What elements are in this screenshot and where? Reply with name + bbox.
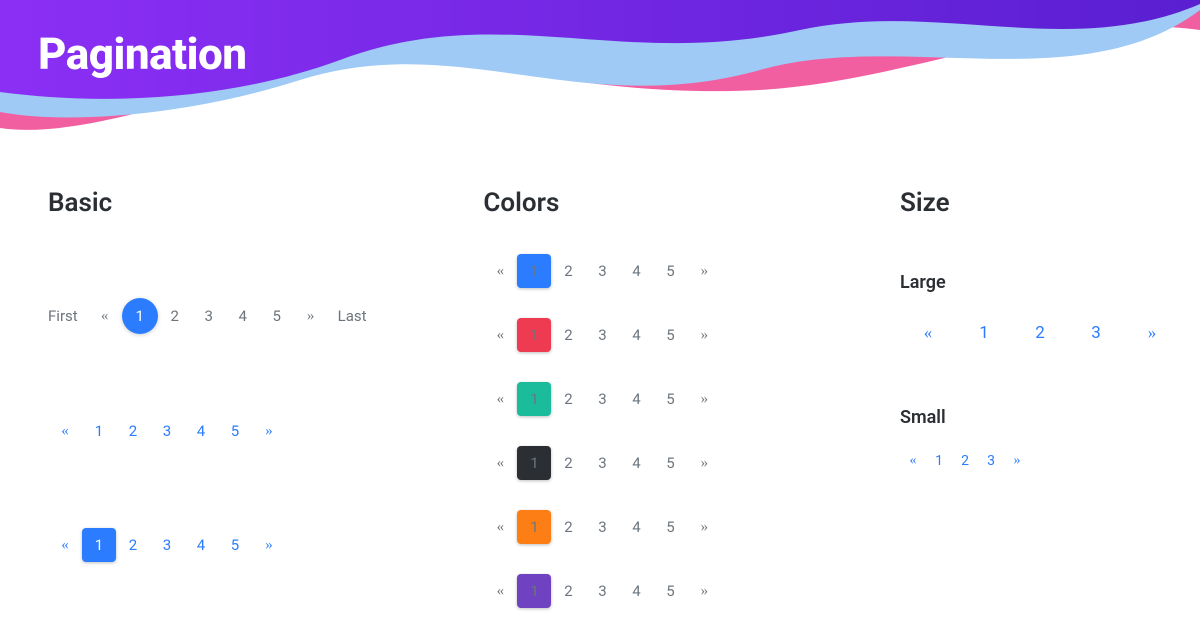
page-3[interactable]: 3 [585,446,619,480]
section-heading-colors: Colors [483,188,860,218]
page-next-icon[interactable]: » [687,254,721,288]
page-1-active[interactable]: 1 [122,298,158,334]
section-heading-size: Size [900,188,1160,218]
page-5[interactable]: 5 [653,574,687,608]
pagination-small: « 1 2 3 » [900,448,1160,474]
page-next-icon[interactable]: » [252,414,286,448]
page-3[interactable]: 3 [150,528,184,562]
page-prev-icon[interactable]: « [483,254,517,288]
pagination-color-dark: « 1 2 3 4 5 » [483,446,860,480]
page-5[interactable]: 5 [653,446,687,480]
page-4[interactable]: 4 [226,299,260,333]
page-2[interactable]: 2 [551,382,585,416]
content-area: Basic First « 1 2 3 4 5 » Last « 1 2 3 4… [0,140,1200,638]
page-4[interactable]: 4 [619,382,653,416]
page-2[interactable]: 2 [116,528,150,562]
section-basic: Basic First « 1 2 3 4 5 » Last « 1 2 3 4… [48,188,443,638]
page-3[interactable]: 3 [1068,313,1124,353]
pagination-color-blue: « 1 2 3 4 5 » [483,254,860,288]
page-next-icon[interactable]: » [687,382,721,416]
page-header: Pagination [0,0,1200,140]
page-2[interactable]: 2 [551,318,585,352]
size-large-label: Large [900,272,1160,293]
page-prev-icon[interactable]: « [48,414,82,448]
page-1-active[interactable]: 1 [517,254,551,288]
section-colors: Colors « 1 2 3 4 5 » « 1 2 3 4 5 » « 1 2… [483,188,860,638]
page-next-icon[interactable]: » [252,528,286,562]
page-5[interactable]: 5 [260,299,294,333]
page-4[interactable]: 4 [184,528,218,562]
page-5[interactable]: 5 [653,510,687,544]
page-4[interactable]: 4 [619,446,653,480]
size-small-label: Small [900,407,1160,428]
page-4[interactable]: 4 [184,414,218,448]
page-last-label[interactable]: Last [328,299,367,333]
page-3[interactable]: 3 [978,448,1004,474]
page-1-active[interactable]: 1 [517,382,551,416]
page-2[interactable]: 2 [551,574,585,608]
page-3[interactable]: 3 [585,510,619,544]
page-prev-icon[interactable]: « [483,382,517,416]
page-3[interactable]: 3 [192,299,226,333]
pagination-color-orange: « 1 2 3 4 5 » [483,510,860,544]
section-heading-basic: Basic [48,188,443,218]
pagination-basic-rounded: First « 1 2 3 4 5 » Last [48,298,443,334]
page-1-active[interactable]: 1 [517,318,551,352]
page-first-label[interactable]: First [48,299,88,333]
page-1[interactable]: 1 [956,313,1012,353]
header-wave-graphic [0,0,1200,160]
page-4[interactable]: 4 [619,254,653,288]
page-next-icon[interactable]: » [1004,448,1030,474]
page-2[interactable]: 2 [952,448,978,474]
pagination-basic-plain: « 1 2 3 4 5 » [48,414,443,448]
page-next-icon[interactable]: » [687,318,721,352]
page-1-active[interactable]: 1 [82,528,116,562]
pagination-color-red: « 1 2 3 4 5 » [483,318,860,352]
page-3[interactable]: 3 [585,318,619,352]
page-5[interactable]: 5 [653,318,687,352]
page-2[interactable]: 2 [116,414,150,448]
pagination-basic-square-active: « 1 2 3 4 5 » [48,528,443,562]
page-prev-icon[interactable]: « [483,574,517,608]
page-2[interactable]: 2 [1012,313,1068,353]
page-4[interactable]: 4 [619,510,653,544]
page-1-active[interactable]: 1 [517,574,551,608]
pagination-large: « 1 2 3 » [900,313,1160,353]
page-3[interactable]: 3 [585,382,619,416]
page-1-active[interactable]: 1 [517,510,551,544]
page-prev-icon[interactable]: « [900,313,956,353]
page-next-icon[interactable]: » [687,510,721,544]
page-next-icon[interactable]: » [687,574,721,608]
page-2[interactable]: 2 [551,510,585,544]
page-prev-icon[interactable]: « [900,448,926,474]
page-next-icon[interactable]: » [294,299,328,333]
page-4[interactable]: 4 [619,318,653,352]
page-3[interactable]: 3 [585,574,619,608]
page-4[interactable]: 4 [619,574,653,608]
page-3[interactable]: 3 [585,254,619,288]
page-prev-icon[interactable]: « [483,446,517,480]
pagination-color-purple: « 1 2 3 4 5 » [483,574,860,608]
page-2[interactable]: 2 [551,254,585,288]
page-prev-icon[interactable]: « [483,510,517,544]
page-3[interactable]: 3 [150,414,184,448]
page-prev-icon[interactable]: « [483,318,517,352]
pagination-color-teal: « 1 2 3 4 5 » [483,382,860,416]
page-5[interactable]: 5 [218,414,252,448]
page-5[interactable]: 5 [218,528,252,562]
page-next-icon[interactable]: » [1124,313,1180,353]
page-1-active[interactable]: 1 [517,446,551,480]
page-2[interactable]: 2 [551,446,585,480]
page-5[interactable]: 5 [653,254,687,288]
section-size: Size Large « 1 2 3 » Small « 1 2 3 » [900,188,1160,638]
page-title: Pagination [38,28,247,80]
page-prev-icon[interactable]: « [48,528,82,562]
page-prev-icon[interactable]: « [88,299,122,333]
page-5[interactable]: 5 [653,382,687,416]
page-1[interactable]: 1 [926,448,952,474]
page-next-icon[interactable]: » [687,446,721,480]
page-1[interactable]: 1 [82,414,116,448]
page-2[interactable]: 2 [158,299,192,333]
